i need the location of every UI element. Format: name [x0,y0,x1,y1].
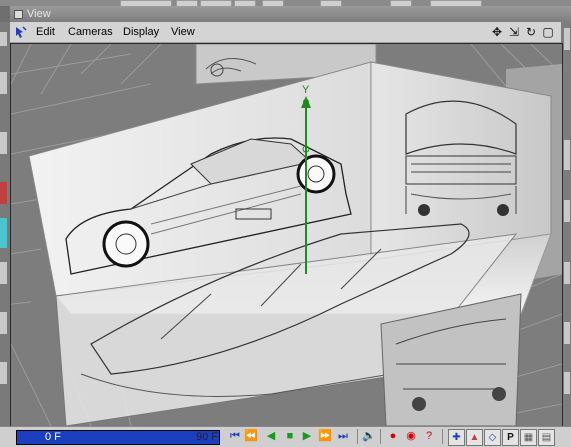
menu-bar: Edit Cameras Display View ✥ ⇲ ↻ ▢ [10,22,561,43]
timeline-divider [357,429,358,444]
rotate-key-icon[interactable]: ▲ [466,429,483,446]
previous-key-icon[interactable]: ⏪ [244,429,258,444]
zoom-icon[interactable]: ⇲ [507,24,521,40]
window-title: View [27,8,51,20]
menu-item-view[interactable]: View [171,22,195,42]
go-to-end-icon[interactable]: ⏭ [336,429,350,444]
timeline-settings-icon[interactable]: ▤ [538,429,555,446]
menu-item-cameras[interactable]: Cameras [68,22,113,42]
point-level-icon[interactable]: ▦ [520,429,537,446]
viewport-scene: Y [11,44,562,426]
timeline-bar: 0 F 90 F ⏮ ⏪ ◀ ■ ▶ ⏩ ⏭ 🔈 ● ◉ ? ✚ ▲ ◇ P ▦… [0,426,571,447]
menu-item-display[interactable]: Display [123,22,159,42]
go-to-start-icon[interactable]: ⏮ [228,429,242,444]
play-forward-icon[interactable]: ▶ [300,429,314,444]
left-edge-panel [0,22,10,426]
play-backward-icon[interactable]: ◀ [264,429,278,444]
timeline-divider [380,429,381,444]
next-key-icon[interactable]: ⏩ [318,429,332,444]
timeline-divider [442,429,443,444]
window-title-bar[interactable]: View [10,6,571,22]
current-frame-field[interactable]: 0 F [16,430,220,445]
parameter-key-icon[interactable]: P [502,429,519,446]
rotate-icon[interactable]: ↻ [524,24,538,40]
scale-key-icon[interactable]: ◇ [484,429,501,446]
maximize-icon[interactable]: ▢ [541,24,555,40]
window-grip-icon[interactable] [14,10,23,19]
move-key-icon[interactable]: ✚ [448,429,465,446]
move-icon[interactable]: ✥ [490,24,504,40]
current-frame-value: 0 F [45,431,61,443]
sound-icon[interactable]: 🔈 [362,429,376,444]
menu-item-edit[interactable]: Edit [36,22,55,42]
app-icon[interactable] [14,25,28,39]
front-view-wall [370,61,552,261]
auto-key-icon[interactable]: ◉ [404,429,418,444]
help-icon[interactable]: ? [422,429,436,444]
3d-viewport[interactable]: Y [10,43,563,427]
end-frame-label: 90 F [196,431,219,443]
record-icon[interactable]: ● [386,429,400,444]
viewport-nav-icons: ✥ ⇲ ↻ ▢ [490,24,555,40]
stop-icon[interactable]: ■ [283,429,297,444]
y-axis-label: Y [302,84,310,96]
